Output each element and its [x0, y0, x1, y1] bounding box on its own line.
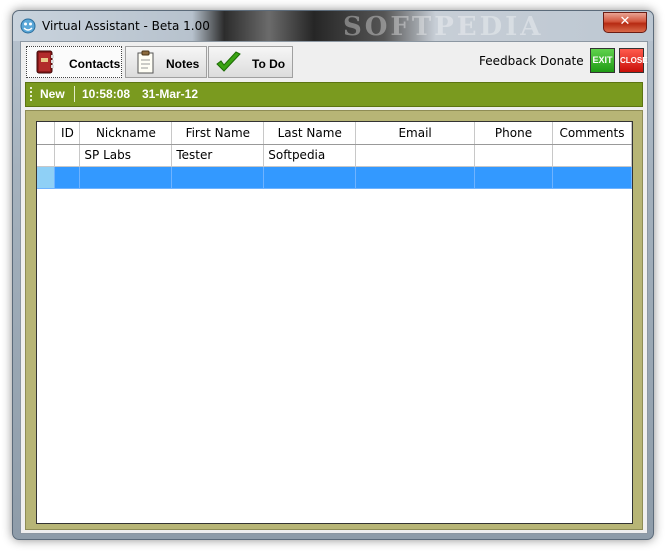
- feedback-link[interactable]: Feedback: [479, 54, 536, 68]
- client-area: Contacts Notes To Do Feedback Donate EXI…: [20, 41, 648, 534]
- row-selector-header: [37, 122, 56, 145]
- toolbar-separator: [74, 86, 75, 102]
- clock-date: 31-Mar-12: [142, 87, 199, 101]
- new-button[interactable]: New: [40, 87, 65, 101]
- cell-first-name[interactable]: [171, 166, 265, 189]
- cell-nickname[interactable]: SP Labs: [79, 144, 173, 167]
- cell-email[interactable]: [355, 166, 476, 189]
- row-selector[interactable]: [37, 166, 56, 189]
- title-bar[interactable]: Virtual Assistant - Beta 1.00 SOFTPEDIA …: [13, 11, 653, 42]
- cell-id[interactable]: [54, 144, 81, 167]
- toolbar-grip-icon[interactable]: [30, 87, 32, 101]
- tab-contacts[interactable]: Contacts: [26, 46, 122, 78]
- clock-time: 10:58:08: [82, 87, 131, 101]
- exit-button[interactable]: EXIT: [590, 48, 615, 73]
- tab-notes-label: Notes: [166, 57, 200, 71]
- window-close-button[interactable]: ✕: [603, 12, 647, 33]
- contacts-table: ID Nickname First Name Last Name Email P…: [37, 122, 633, 189]
- column-header-comments[interactable]: Comments: [552, 122, 633, 145]
- row-selector[interactable]: [37, 144, 56, 167]
- tab-notes[interactable]: Notes: [125, 46, 207, 78]
- contacts-grid[interactable]: ID Nickname First Name Last Name Email P…: [36, 121, 633, 524]
- checkmark-icon: [215, 51, 243, 78]
- table-row[interactable]: SP Labs Tester Softpedia: [37, 144, 633, 167]
- address-book-icon: [35, 50, 55, 77]
- column-header-email[interactable]: Email: [355, 122, 476, 145]
- toolbar-strip: New 10:58:08 31-Mar-12: [25, 82, 643, 107]
- column-header-first-name[interactable]: First Name: [171, 122, 265, 145]
- window-title: Virtual Assistant - Beta 1.00: [42, 19, 210, 33]
- watermark: SOFTPEDIA: [343, 12, 544, 42]
- cell-last-name[interactable]: Softpedia: [263, 144, 357, 167]
- new-entry-row[interactable]: [37, 166, 633, 189]
- donate-link[interactable]: Donate: [540, 54, 584, 68]
- column-header-phone[interactable]: Phone: [474, 122, 553, 145]
- tab-todo-label: To Do: [252, 57, 286, 71]
- cell-email[interactable]: [355, 144, 476, 167]
- app-icon: [20, 18, 36, 34]
- main-window: Virtual Assistant - Beta 1.00 SOFTPEDIA …: [12, 10, 654, 540]
- cell-id[interactable]: [54, 166, 81, 189]
- notepad-icon: [136, 50, 156, 78]
- cell-comments[interactable]: [552, 166, 633, 189]
- cell-first-name[interactable]: Tester: [171, 144, 265, 167]
- cell-phone[interactable]: [474, 144, 553, 167]
- header-row: ID Nickname First Name Last Name Email P…: [37, 122, 633, 145]
- tab-contacts-label: Contacts: [69, 57, 121, 71]
- cell-nickname[interactable]: [79, 166, 173, 189]
- content-panel: ID Nickname First Name Last Name Email P…: [25, 110, 643, 530]
- tab-todo[interactable]: To Do: [208, 46, 293, 78]
- column-header-id[interactable]: ID: [54, 122, 81, 145]
- cell-last-name[interactable]: [263, 166, 357, 189]
- close-button[interactable]: CLOSE: [619, 48, 648, 73]
- cell-phone[interactable]: [474, 166, 553, 189]
- column-header-nickname[interactable]: Nickname: [79, 122, 173, 145]
- cell-comments[interactable]: [552, 144, 633, 167]
- column-header-last-name[interactable]: Last Name: [263, 122, 357, 145]
